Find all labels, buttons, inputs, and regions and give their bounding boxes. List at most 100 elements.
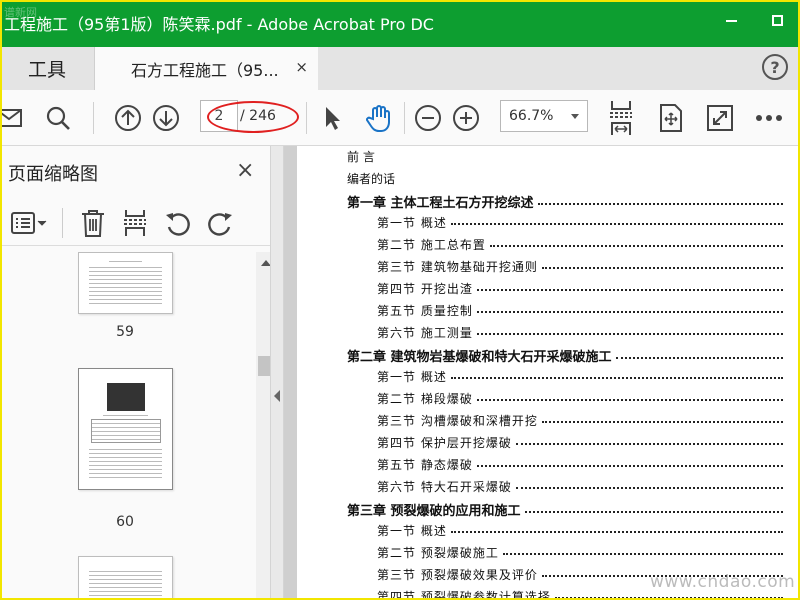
toc-entry[interactable]: 第一节 概述 — [377, 214, 783, 231]
zoom-value: 66.7% — [509, 108, 554, 124]
toc-entry-text: 第三节 建筑物基础开挖通则 — [377, 260, 538, 274]
page-number-label: 59 — [116, 324, 134, 340]
toc-entry[interactable]: 第三章 预裂爆破的应用和施工 — [347, 500, 783, 519]
toc-entry-text: 第五节 质量控制 — [377, 304, 473, 318]
toc-entry-text: 第三节 沟槽爆破和深槽开挖 — [377, 414, 538, 428]
panel-close-icon[interactable]: × — [236, 158, 254, 183]
toc-entry[interactable]: 第六节 施工测量 — [377, 324, 783, 341]
watermark-bottom-right: www.cndao.com — [650, 572, 796, 592]
maximize-button[interactable] — [754, 0, 800, 47]
toc-leader-dots — [489, 244, 783, 247]
toc-leader-dots — [515, 442, 783, 445]
toc-entry[interactable]: 第五节 静态爆破 — [377, 456, 783, 473]
select-cursor-icon[interactable] — [318, 102, 346, 134]
title-bar: 谱新网 工程施工（95第1版）陈笑霖.pdf - Adobe Acrobat P… — [0, 0, 800, 47]
toc-entry[interactable]: 第三节 沟槽爆破和深槽开挖 — [377, 412, 783, 429]
undo-icon[interactable] — [164, 210, 192, 242]
maximize-icon — [771, 15, 783, 26]
toc-leader-dots — [554, 596, 783, 599]
toc-entry[interactable]: 第二节 梯段爆破 — [377, 390, 783, 407]
toc-leader-dots — [476, 332, 783, 335]
toc-entry[interactable]: 第一章 主体工程土石方开挖综述 — [347, 192, 783, 211]
tab-tools[interactable]: 工具 — [0, 47, 94, 90]
page-number-label: 60 — [116, 514, 134, 530]
page-down-icon[interactable] — [150, 102, 182, 134]
tab-close-icon[interactable]: × — [295, 58, 308, 76]
toc-entry-text: 第六节 施工测量 — [377, 326, 473, 340]
panel-divider[interactable] — [270, 146, 284, 600]
extract-icon[interactable] — [122, 208, 150, 242]
page-thumbnail[interactable] — [78, 556, 173, 600]
options-menu-icon[interactable] — [10, 210, 48, 240]
minimize-icon — [725, 19, 737, 22]
toc-entry-text: 第一节 概述 — [377, 216, 447, 230]
thumbnail-list: 59 60 — [0, 252, 256, 600]
hand-tool-icon[interactable] — [362, 102, 396, 134]
toc-entry[interactable]: 第二节 预裂爆破施工 — [377, 544, 783, 561]
thumbnail-table — [91, 419, 161, 443]
toc-entry[interactable]: 第四节 保护层开挖爆破 — [377, 434, 783, 451]
toc-entry-text: 第三章 预裂爆破的应用和施工 — [347, 504, 521, 519]
full-screen-icon[interactable] — [704, 102, 736, 134]
toc-leader-dots — [615, 356, 783, 359]
document-viewport[interactable]: 前 言编者的话 第一章 主体工程土石方开挖综述 第一节 概述 第二节 施工总布置 第三节… — [284, 146, 800, 600]
toolbar — [0, 90, 800, 146]
toc-entry[interactable]: 第一节 概述 — [377, 368, 783, 385]
toc-entry[interactable]: 前 言 — [347, 148, 375, 165]
zoom-select[interactable]: 66.7% — [500, 100, 588, 132]
toc-leader-dots — [502, 552, 783, 555]
delete-icon[interactable] — [80, 208, 106, 242]
toc-entry[interactable]: 第二章 建筑物岩基爆破和特大石开采爆破施工 — [347, 346, 783, 365]
page-up-icon[interactable] — [112, 102, 144, 134]
toc-entry[interactable]: 第五节 质量控制 — [377, 302, 783, 319]
toc-leader-dots — [450, 376, 783, 379]
toc-entry-text: 第六节 特大石开采爆破 — [377, 480, 512, 494]
thumbnail-figure — [107, 383, 145, 411]
fit-width-icon[interactable] — [604, 98, 638, 138]
toc-entry[interactable]: 第二节 施工总布置 — [377, 236, 783, 253]
tab-document-label: 石方工程施工（95... — [131, 60, 279, 80]
toc-leader-dots — [476, 310, 783, 313]
redo-icon[interactable] — [206, 210, 234, 242]
toc-entry[interactable]: 编者的话 — [347, 170, 395, 187]
toc-entry-text: 第二节 施工总布置 — [377, 238, 486, 252]
panel-title: 页面缩略图 — [8, 164, 98, 185]
window-title: 工程施工（95第1版）陈笑霖.pdf - Adobe Acrobat Pro D… — [4, 14, 434, 34]
zoom-out-icon[interactable] — [412, 102, 444, 134]
toc-entry-text: 第四节 开挖出渣 — [377, 282, 473, 296]
toc-entry[interactable]: 第六节 特大石开采爆破 — [377, 478, 783, 495]
toc-leader-dots — [476, 464, 783, 467]
rotate-page-icon[interactable] — [656, 102, 686, 134]
search-icon[interactable] — [42, 102, 74, 134]
tab-document[interactable]: 石方工程施工（95... × — [94, 47, 318, 90]
minimize-button[interactable] — [708, 0, 754, 47]
toc-entry-text: 第二节 梯段爆破 — [377, 392, 473, 406]
more-icon[interactable] — [752, 102, 786, 134]
toc-leader-dots — [476, 398, 783, 401]
mail-icon[interactable] — [0, 102, 24, 134]
panel-toolbar — [0, 202, 270, 246]
toc-leader-dots — [541, 266, 783, 269]
toc-entry[interactable]: 第一节 概述 — [377, 522, 783, 539]
toc-leader-dots — [537, 202, 783, 205]
red-annotation-ellipse — [207, 101, 299, 133]
toc-leader-dots — [450, 222, 783, 225]
toc-entry-text: 第二节 预裂爆破施工 — [377, 546, 499, 560]
watermark-top-left: 谱新网 — [4, 6, 37, 19]
toc-entry-text: 第二章 建筑物岩基爆破和特大石开采爆破施工 — [347, 350, 612, 365]
zoom-in-icon[interactable] — [450, 102, 482, 134]
help-icon[interactable]: ? — [762, 54, 788, 80]
toc-entry[interactable]: 第四节 开挖出渣 — [377, 280, 783, 297]
toc-leader-dots — [524, 510, 783, 513]
toc-leader-dots — [515, 486, 783, 489]
toc-entry-text: 第四节 保护层开挖爆破 — [377, 436, 512, 450]
collapse-panel-icon[interactable] — [274, 390, 280, 402]
toc-entry-text: 编者的话 — [347, 172, 396, 186]
toc-entry-text: 第三节 预裂爆破效果及评价 — [377, 568, 538, 582]
toc-entry-text: 第一节 概述 — [377, 524, 447, 538]
toc-entry-text: 前 言 — [347, 150, 375, 164]
toc-entry[interactable]: 第三节 建筑物基础开挖通则 — [377, 258, 783, 275]
page-thumbnail[interactable] — [78, 252, 173, 314]
toc-entry-text: 第四节 预裂爆破参数计算选择 — [377, 590, 551, 600]
page-thumbnail[interactable] — [78, 368, 173, 490]
